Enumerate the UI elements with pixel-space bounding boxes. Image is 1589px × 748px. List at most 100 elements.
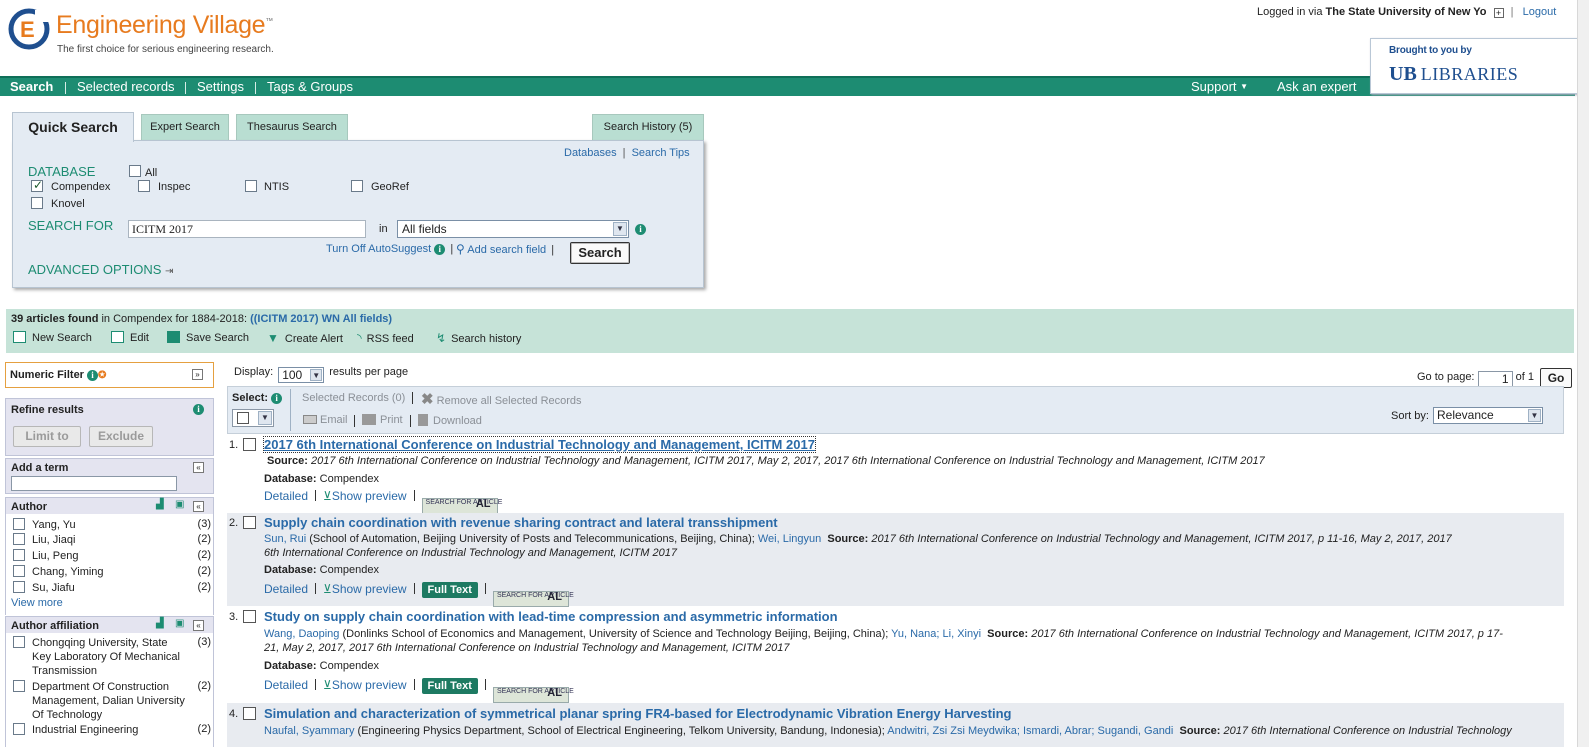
result-checkbox[interactable] bbox=[243, 707, 256, 720]
exclude-button[interactable]: Exclude bbox=[89, 426, 153, 447]
email-action[interactable]: Email bbox=[303, 414, 348, 426]
result-title-link[interactable]: Supply chain coordination with revenue s… bbox=[264, 515, 778, 530]
facet-checkbox[interactable] bbox=[13, 636, 25, 648]
bar-chart-icon[interactable]: ▟ bbox=[156, 499, 164, 510]
nav-settings[interactable]: Settings bbox=[197, 79, 244, 94]
export-icon[interactable]: ▣ bbox=[175, 618, 184, 629]
search-history-tool[interactable]: ↯ Search history bbox=[436, 331, 521, 345]
advanced-options-toggle[interactable]: ADVANCED OPTIONS ⇥ bbox=[28, 262, 173, 277]
alert-icon: ▼ bbox=[267, 331, 279, 345]
save-search-tool[interactable]: Save Search bbox=[167, 331, 249, 344]
facet-checkbox[interactable] bbox=[13, 549, 25, 561]
author-link[interactable]: Yu, Nana; Li, Xinyi bbox=[891, 628, 981, 640]
collapse-icon[interactable]: « bbox=[193, 462, 204, 473]
facet-checkbox[interactable] bbox=[13, 565, 25, 577]
facet-checkbox[interactable] bbox=[13, 518, 25, 530]
expand-icon[interactable]: » bbox=[192, 369, 203, 380]
detailed-link[interactable]: Detailed bbox=[264, 489, 308, 503]
result-checkbox[interactable] bbox=[243, 610, 256, 623]
full-text-button[interactable]: Full Text bbox=[421, 678, 478, 694]
show-preview-link[interactable]: Show preview bbox=[332, 489, 407, 503]
result-checkbox[interactable] bbox=[243, 516, 256, 529]
search-input[interactable]: ICITM 2017 bbox=[128, 220, 366, 238]
numeric-filter-box[interactable]: Numeric Filter i ✪ » bbox=[5, 362, 214, 388]
info-icon[interactable]: i bbox=[193, 404, 204, 415]
view-more-link[interactable]: View more bbox=[11, 597, 63, 609]
bar-chart-icon[interactable]: ▟ bbox=[156, 618, 164, 629]
result-title-link[interactable]: Study on supply chain coordination with … bbox=[264, 609, 838, 624]
nav-search[interactable]: Search bbox=[10, 79, 53, 94]
expand-icon[interactable]: + bbox=[1493, 8, 1504, 18]
detailed-link[interactable]: Detailed bbox=[264, 678, 308, 692]
nav-support[interactable]: Support ▼ bbox=[1191, 79, 1248, 94]
ub-libraries-badge[interactable]: Brought to you by UB LIBRARIES bbox=[1370, 38, 1580, 94]
facet-checkbox[interactable] bbox=[13, 533, 25, 545]
add-term-input[interactable] bbox=[11, 476, 177, 491]
collapse-icon[interactable]: « bbox=[193, 501, 204, 512]
email-icon bbox=[303, 415, 317, 424]
tab-quick-search[interactable]: Quick Search bbox=[12, 112, 134, 142]
new-search-tool[interactable]: New Search bbox=[13, 331, 92, 344]
autosuggest-toggle[interactable]: Turn Off AutoSuggest i | bbox=[326, 243, 453, 255]
full-text-button[interactable]: Full Text bbox=[421, 582, 478, 598]
author-link[interactable]: Andwitri, Zsi Zsi Meydwika; Ismardi, Abr… bbox=[887, 725, 1173, 737]
search-field-select[interactable]: All fields ▼ bbox=[397, 220, 629, 238]
selected-records-link[interactable]: Selected Records (0) bbox=[302, 392, 405, 404]
search-for-article-button[interactable]: SEARCH FOR ARTICLE AL bbox=[421, 498, 502, 514]
checkbox-knovel[interactable] bbox=[31, 197, 43, 209]
author-link[interactable]: Wang, Daoping bbox=[264, 628, 339, 640]
export-icon[interactable]: ▣ bbox=[175, 499, 184, 510]
result-actions: Detailed ⊻Show preview Full Text SEARCH FOR… bbox=[264, 582, 574, 607]
checkbox-all[interactable] bbox=[129, 165, 141, 177]
chevron-down-icon: ▼ bbox=[1528, 409, 1541, 422]
result-title-link[interactable]: Simulation and characterization of symme… bbox=[264, 706, 1011, 721]
author-link[interactable]: Wei, Lingyun bbox=[758, 533, 821, 545]
vertical-scrollbar[interactable] bbox=[1577, 0, 1589, 747]
show-preview-link[interactable]: Show preview bbox=[332, 582, 407, 596]
show-preview-link[interactable]: Show preview bbox=[332, 678, 407, 692]
query-link[interactable]: ((ICITM 2017) WN All fields) bbox=[250, 313, 392, 325]
sort-select[interactable]: Relevance ▼ bbox=[1433, 407, 1543, 424]
tab-thesaurus-search[interactable]: Thesaurus Search bbox=[236, 114, 348, 140]
info-icon[interactable]: i bbox=[635, 224, 646, 235]
author-link[interactable]: Sun, Rui bbox=[264, 533, 306, 545]
result-checkbox[interactable] bbox=[243, 438, 256, 451]
facet-checkbox[interactable] bbox=[13, 581, 25, 593]
databases-link[interactable]: Databases bbox=[564, 147, 617, 159]
search-button[interactable]: Search bbox=[570, 242, 630, 264]
close-x-icon: ✖ bbox=[421, 391, 434, 408]
checkbox-compendex[interactable]: ✓ bbox=[31, 178, 43, 192]
preview-icon: ⊻ bbox=[323, 678, 332, 692]
checkbox-inspec[interactable] bbox=[138, 180, 150, 192]
facet-checkbox[interactable] bbox=[13, 680, 25, 692]
edit-tool[interactable]: Edit bbox=[111, 331, 149, 344]
display-select[interactable]: 100 ▼ bbox=[278, 367, 325, 383]
chevron-down-icon: ▼ bbox=[613, 222, 627, 236]
select-all-dropdown[interactable]: ▼ bbox=[232, 409, 274, 427]
nav-selected-records[interactable]: Selected records bbox=[77, 79, 175, 94]
detailed-link[interactable]: Detailed bbox=[264, 582, 308, 596]
nav-ask-expert[interactable]: Ask an expert bbox=[1277, 79, 1357, 94]
search-for-article-button[interactable]: SEARCH FOR ARTICLE AL bbox=[492, 591, 574, 607]
rss-feed-tool[interactable]: ◝ RSS feed bbox=[357, 331, 414, 345]
tab-search-history[interactable]: Search History (5) bbox=[592, 114, 704, 140]
create-alert-tool[interactable]: ▼ Create Alert bbox=[267, 331, 343, 345]
author-link[interactable]: Naufal, Syammary bbox=[264, 725, 354, 737]
search-for-article-button[interactable]: SEARCH FOR ARTICLE AL bbox=[492, 687, 574, 703]
quick-search-panel: Databases | Search Tips DATABASE All ✓ C… bbox=[12, 140, 704, 288]
tab-expert-search[interactable]: Expert Search bbox=[141, 114, 229, 140]
result-title-link[interactable]: 2017 6th International Conference on Ind… bbox=[263, 436, 816, 453]
go-button[interactable]: Go bbox=[1540, 368, 1573, 388]
nav-tags-groups[interactable]: Tags & Groups bbox=[267, 79, 353, 94]
add-search-field-link[interactable]: ⚲ Add search field | bbox=[456, 242, 554, 256]
collapse-icon[interactable]: « bbox=[193, 620, 204, 631]
remove-all-selected[interactable]: ✖ Remove all Selected Records bbox=[421, 390, 582, 408]
facet-checkbox[interactable] bbox=[13, 723, 25, 735]
checkbox-ntis[interactable] bbox=[245, 180, 257, 192]
print-action[interactable]: Print bbox=[362, 414, 403, 426]
search-tips-link[interactable]: Search Tips bbox=[632, 147, 690, 159]
checkbox-georef[interactable] bbox=[351, 180, 363, 192]
logout-link[interactable]: Logout bbox=[1523, 6, 1557, 18]
limit-to-button[interactable]: Limit to bbox=[13, 426, 81, 447]
download-action[interactable]: Download bbox=[418, 414, 482, 427]
